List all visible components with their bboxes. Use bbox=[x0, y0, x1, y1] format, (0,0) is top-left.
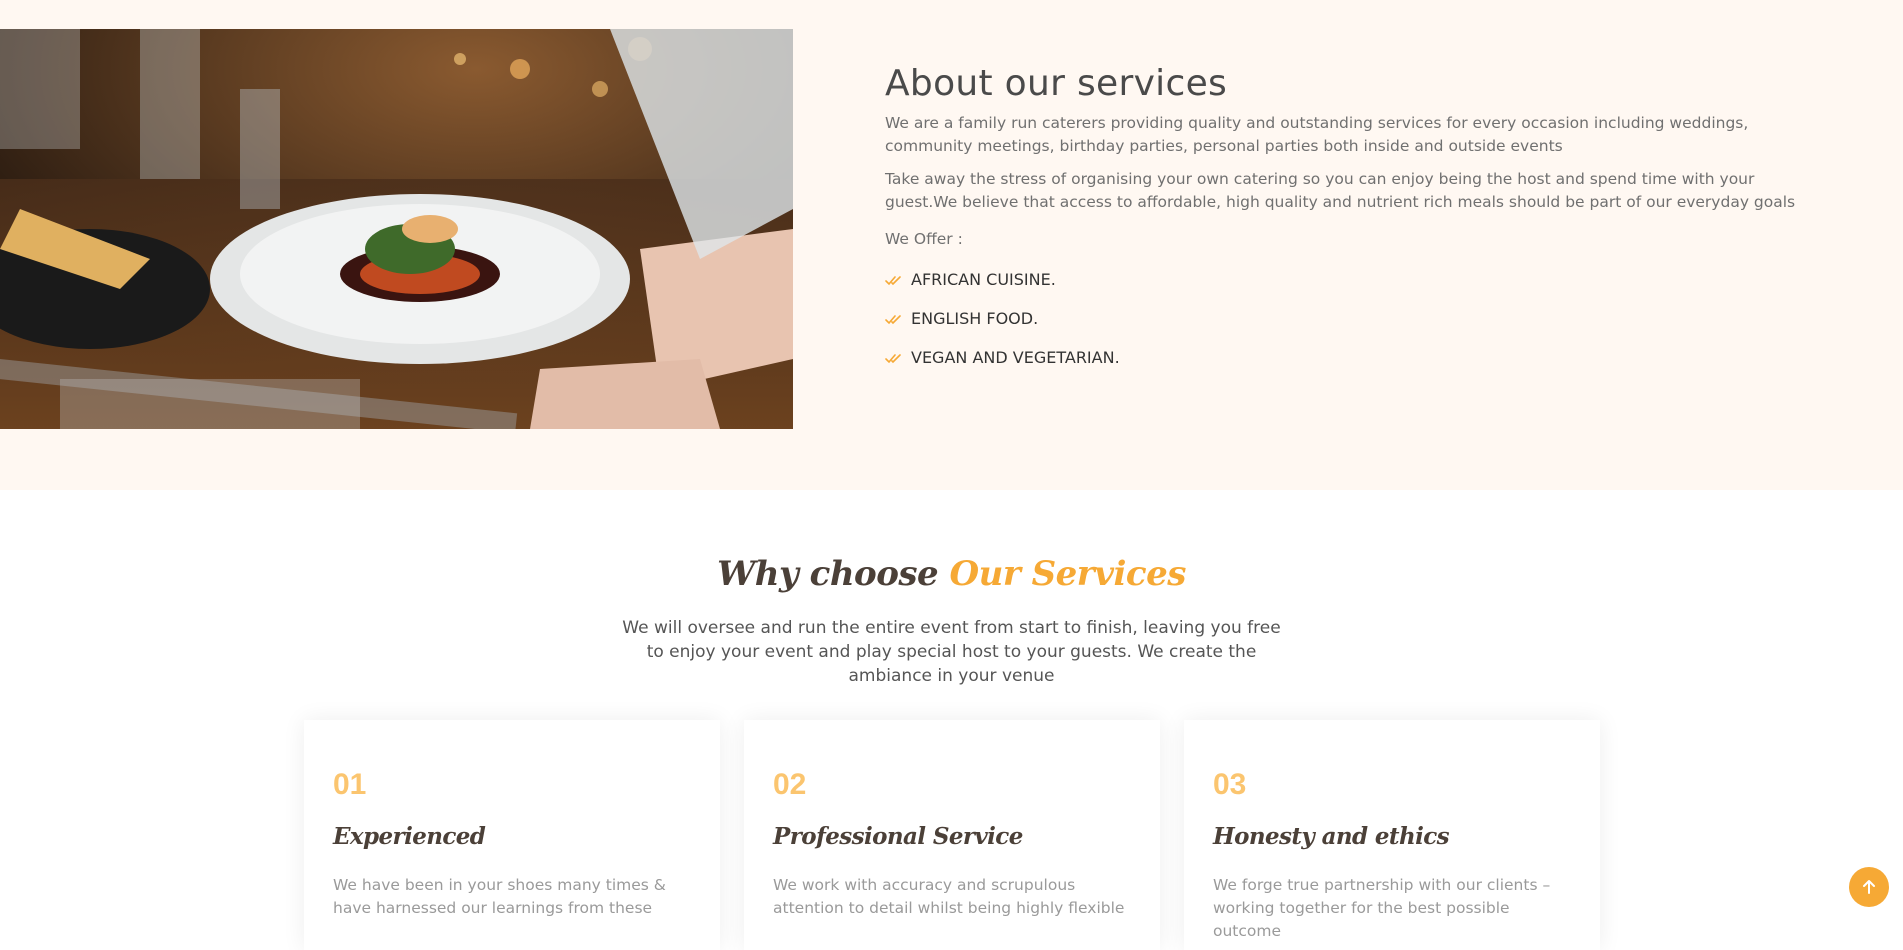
card-title: Experienced bbox=[333, 823, 486, 850]
card-title: Honesty and ethics bbox=[1213, 823, 1450, 850]
offer-item-african: AFRICAN CUISINE. bbox=[885, 268, 1815, 290]
double-check-icon bbox=[885, 350, 905, 364]
about-text-block: About our services We are a family run c… bbox=[885, 62, 1815, 385]
feature-card-honesty: 03 Honesty and ethics We forge true part… bbox=[1184, 720, 1600, 950]
double-check-icon bbox=[885, 311, 905, 325]
about-food-photo bbox=[0, 29, 793, 429]
card-text: We forge true partnership with our clien… bbox=[1213, 876, 1551, 940]
about-title: About our services bbox=[885, 63, 1228, 104]
why-subtitle: We will oversee and run the entire event… bbox=[622, 618, 1281, 686]
offer-list: AFRICAN CUISINE. ENGLISH FOOD. VEGAN AND… bbox=[885, 268, 1815, 368]
card-text: We work with accuracy and scrupulous att… bbox=[773, 876, 1125, 917]
card-title: Professional Service bbox=[773, 823, 1023, 850]
why-title-accent: Our Services bbox=[949, 554, 1187, 594]
why-title-part1: Why choose bbox=[717, 554, 939, 594]
offer-label: We Offer : bbox=[885, 230, 963, 248]
offer-item-english: ENGLISH FOOD. bbox=[885, 307, 1815, 329]
feature-card-experienced: 01 Experienced We have been in your shoe… bbox=[304, 720, 720, 950]
offer-item-label: ENGLISH FOOD. bbox=[911, 308, 1039, 328]
double-check-icon bbox=[885, 272, 905, 286]
about-paragraph-2: Take away the stress of organising your … bbox=[885, 170, 1796, 211]
card-number: 03 bbox=[1213, 768, 1247, 801]
about-paragraph-1: We are a family run caterers providing q… bbox=[885, 114, 1749, 155]
scroll-to-top-button[interactable] bbox=[1849, 867, 1889, 907]
why-choose-section: Why choose Our Services We will oversee … bbox=[0, 490, 1903, 950]
about-section: About our services We are a family run c… bbox=[0, 0, 1903, 490]
offer-item-vegan: VEGAN AND VEGETARIAN. bbox=[885, 346, 1815, 368]
card-text: We have been in your shoes many times & … bbox=[333, 876, 666, 917]
offer-item-label: VEGAN AND VEGETARIAN. bbox=[911, 347, 1120, 367]
feature-card-professional: 02 Professional Service We work with acc… bbox=[744, 720, 1160, 950]
offer-item-label: AFRICAN CUISINE. bbox=[911, 269, 1056, 289]
arrow-up-icon bbox=[1863, 880, 1875, 894]
card-number: 01 bbox=[333, 768, 367, 801]
why-title: Why choose Our Services bbox=[0, 554, 1903, 594]
card-number: 02 bbox=[773, 768, 807, 801]
